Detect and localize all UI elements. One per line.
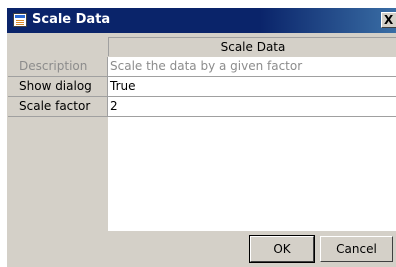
grid-header-row: Scale Data: [8, 37, 396, 57]
scale-data-dialog: Scale Data X Scale Data Description Scal…: [6, 7, 396, 267]
window-title: Scale Data: [32, 12, 111, 27]
grid-column-header: Scale Data: [108, 37, 396, 56]
title-bar[interactable]: Scale Data X: [7, 8, 396, 33]
property-label-show-dialog[interactable]: Show dialog: [18, 77, 108, 96]
property-row-scale-factor[interactable]: Scale factor 2: [8, 97, 396, 117]
property-value-description: Scale the data by a given factor: [108, 57, 396, 76]
grid-empty-area: [108, 117, 396, 231]
cancel-button[interactable]: Cancel: [320, 236, 393, 262]
close-icon[interactable]: X: [381, 12, 396, 28]
ok-button[interactable]: OK: [250, 236, 314, 262]
property-row-show-dialog[interactable]: Show dialog True: [8, 77, 396, 97]
property-value-show-dialog[interactable]: True: [108, 77, 396, 96]
property-grid: Scale Data Description Scale the data by…: [8, 37, 396, 231]
app-icon: [13, 13, 27, 27]
property-label-description: Description: [18, 57, 108, 76]
property-label-scale-factor[interactable]: Scale factor: [18, 97, 108, 116]
property-value-scale-factor[interactable]: 2: [108, 97, 396, 116]
property-row-description: Description Scale the data by a given fa…: [8, 57, 396, 77]
